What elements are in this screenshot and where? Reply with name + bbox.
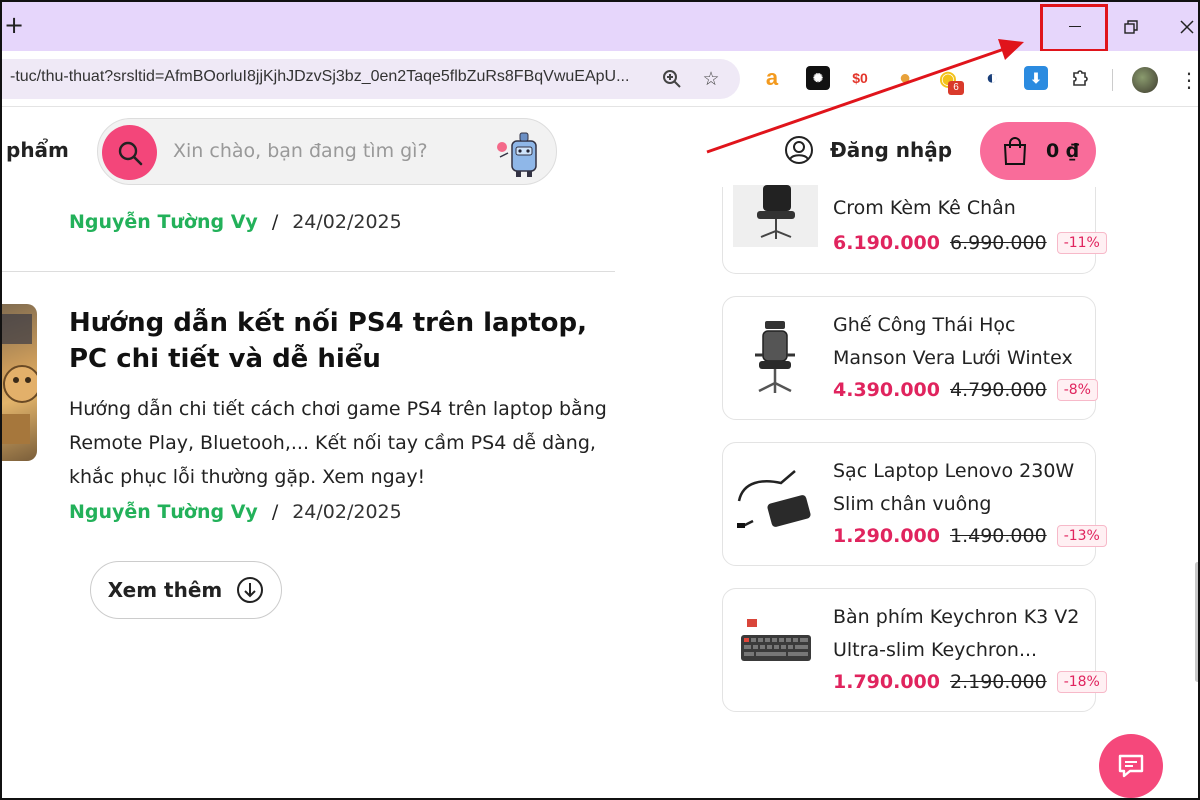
product-price: 1.290.000 (833, 525, 940, 547)
amazon-extension-icon[interactable]: a (760, 65, 784, 90)
article-author[interactable]: Nguyễn Tường Vy (69, 501, 258, 523)
shopping-bag-icon (1003, 137, 1027, 165)
bookmark-star-icon[interactable]: ☆ (699, 67, 723, 91)
article-divider (2, 271, 615, 272)
download-extension-icon[interactable]: ⬇ (1024, 66, 1048, 90)
openai-extension-icon[interactable]: ✺ (806, 66, 830, 90)
product-image-office-chair (733, 185, 818, 247)
cart-button[interactable]: 0 ₫ (980, 122, 1096, 180)
browser-menu-icon[interactable]: ⋮ (1179, 68, 1198, 92)
load-more-label: Xem thêm (107, 578, 223, 602)
discount-badge: -11% (1056, 232, 1107, 254)
chat-button[interactable] (1099, 734, 1163, 798)
product-price: 6.190.000 (833, 232, 940, 254)
product-name[interactable]: Sạc Laptop Lenovo 230W Slim chân vuông (833, 455, 1091, 521)
product-image-ergonomic-chair (755, 321, 795, 393)
product-card[interactable]: Bàn phím Keychron K3 V2 Ultra-slim Keych… (722, 588, 1107, 712)
title-bar: + (2, 2, 1198, 51)
article-meta: Nguyễn Tường Vy/24/02/2025 (69, 501, 402, 523)
discount-badge: -18% (1056, 671, 1107, 693)
search-input[interactable]: Xin chào, bạn đang tìm gì? (173, 140, 428, 162)
product-price: 1.790.000 (833, 671, 940, 693)
discount-badge: -13% (1056, 525, 1107, 547)
toolbar-separator (1112, 69, 1113, 91)
product-card[interactable]: Crom Kèm Kê Chân 6.190.000 6.990.000 -11… (722, 185, 1107, 274)
restore-icon (1124, 19, 1138, 34)
product-price: 4.390.000 (833, 379, 940, 401)
product-old-price: 4.790.000 (949, 379, 1047, 401)
new-tab-button[interactable]: + (4, 10, 24, 40)
cookie-extension-icon[interactable]: ● (893, 66, 917, 90)
article-meta: Nguyễn Tường Vy/24/02/2025 (69, 211, 402, 233)
product-card[interactable]: Sạc Laptop Lenovo 230W Slim chân vuông 1… (722, 442, 1107, 566)
product-prices: 6.190.000 6.990.000 -11% (833, 232, 1107, 254)
article-author[interactable]: Nguyễn Tường Vy (69, 211, 258, 233)
profile-avatar[interactable] (1132, 67, 1158, 93)
robot-mascot-icon (497, 132, 537, 177)
url-text[interactable]: -tuc/thu-thuat?srsltid=AfmBOorluI8jjKjhJ… (10, 68, 635, 86)
product-name[interactable]: Bàn phím Keychron K3 V2 Ultra-slim Keych… (833, 601, 1091, 667)
product-old-price: 6.990.000 (949, 232, 1047, 254)
cart-total: 0 ₫ (1046, 140, 1080, 162)
product-prices: 1.790.000 2.190.000 -18% (833, 671, 1107, 693)
close-button[interactable] (1159, 2, 1198, 51)
address-bar[interactable]: -tuc/thu-thuat?srsltid=AfmBOorluI8jjKjhJ… (2, 59, 740, 99)
browser-window: + -tuc/thu-thuat?srsltid=AfmBOorluI8jjKj… (0, 0, 1200, 800)
category-menu-label[interactable]: phẩm (6, 138, 69, 162)
load-more-button[interactable]: Xem thêm (90, 561, 282, 619)
coupon-extension-icon[interactable]: $0 (848, 66, 872, 90)
restore-button[interactable] (1103, 2, 1159, 51)
product-image-keyboard (741, 619, 811, 661)
product-old-price: 1.490.000 (949, 525, 1047, 547)
page-scrollbar[interactable] (1195, 562, 1198, 682)
product-image-laptop-charger (737, 470, 811, 529)
user-icon (785, 136, 813, 164)
article-thumbnail[interactable] (2, 304, 37, 461)
product-name[interactable]: Ghế Công Thái Học Manson Vera Lưới Winte… (833, 309, 1091, 375)
extension-badge: 6 (948, 81, 964, 95)
discount-badge: -8% (1056, 379, 1098, 401)
browser-toolbar: -tuc/thu-thuat?srsltid=AfmBOorluI8jjKjhJ… (2, 51, 1198, 107)
login-label: Đăng nhập (830, 138, 953, 162)
search-bar[interactable]: Xin chào, bạn đang tìm gì? (97, 118, 557, 185)
minimize-highlight-box (1040, 4, 1108, 52)
product-old-price: 2.190.000 (949, 671, 1047, 693)
product-card[interactable]: Ghế Công Thái Học Manson Vera Lưới Winte… (722, 296, 1098, 420)
search-button[interactable] (102, 125, 157, 180)
login-button[interactable]: Đăng nhập (784, 135, 952, 165)
product-prices: 4.390.000 4.790.000 -8% (833, 379, 1098, 401)
steam-extension-icon[interactable]: ◐ (980, 66, 1004, 90)
search-icon (118, 141, 142, 165)
article-title[interactable]: Hướng dẫn kết nối PS4 trên laptop, PC ch… (69, 305, 614, 377)
article-date: 24/02/2025 (292, 501, 402, 523)
chat-bubble-icon (1118, 754, 1144, 778)
zoom-icon[interactable] (660, 67, 684, 91)
product-prices: 1.290.000 1.490.000 -13% (833, 525, 1107, 547)
article-date: 24/02/2025 (292, 211, 402, 233)
extensions-puzzle-icon[interactable] (1068, 66, 1092, 90)
article-description: Hướng dẫn chi tiết cách chơi game PS4 tr… (69, 398, 607, 488)
product-name[interactable]: Crom Kèm Kê Chân (833, 192, 1091, 225)
arrow-down-circle-icon (237, 577, 264, 603)
close-icon (1180, 19, 1194, 34)
